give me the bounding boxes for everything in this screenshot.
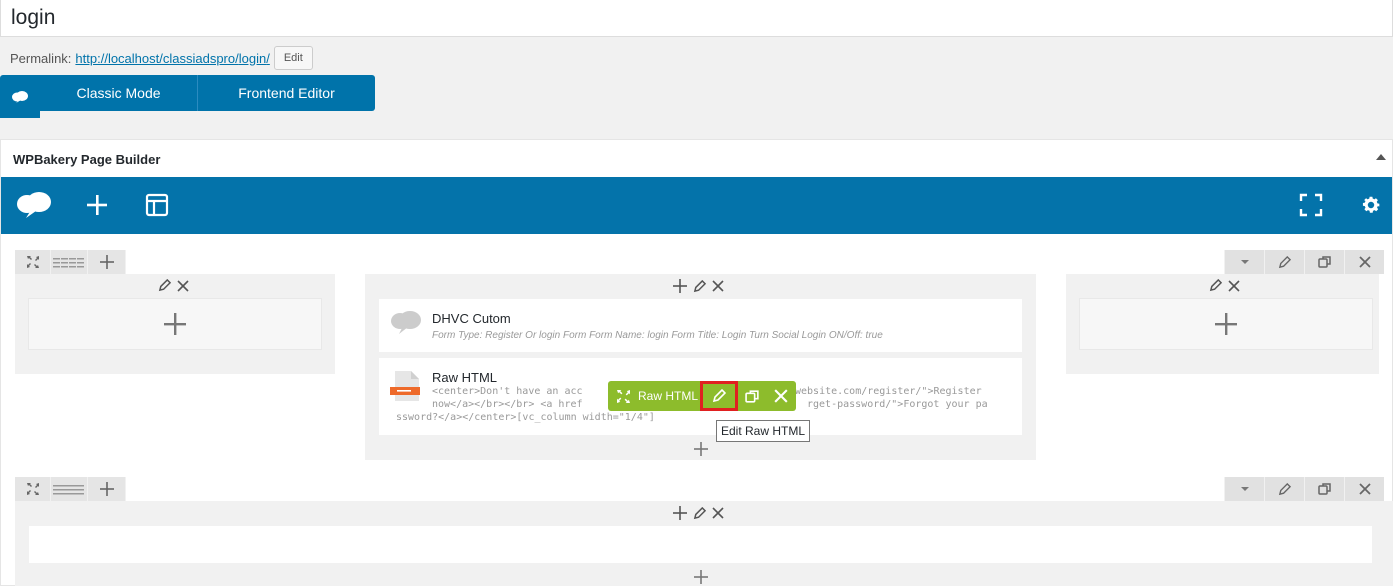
row2-empty-column-area[interactable] [29,526,1372,563]
row2-column-controls [673,506,724,520]
dhvc-title: DHVC Cutom [432,311,511,326]
plus-icon [164,313,186,335]
row-edit-pencil-icon[interactable] [1264,250,1304,274]
permalink-edit-button[interactable]: Edit [273,46,313,70]
delete-element-icon[interactable] [766,381,796,411]
fullscreen-icon[interactable] [1297,191,1325,219]
dhvc-description: Form Type: Register Or login Form Form N… [432,330,883,341]
plus-icon [1215,313,1237,335]
row-layout-icon[interactable] [51,250,88,274]
raw-html-title: Raw HTML [432,370,498,385]
column-left-add-element[interactable] [28,298,322,350]
column-add-icon[interactable] [673,279,687,293]
row-clone-icon[interactable] [1304,477,1344,501]
wpbakery-cloud-icon[interactable] [15,191,53,219]
row2-right-controls [1224,477,1384,501]
row-layout-icon[interactable] [51,477,88,501]
column-edit-pencil-icon[interactable] [158,279,171,292]
permalink-label: Permalink: [10,50,72,66]
column-middle-controls [673,279,724,293]
dhvc-element[interactable]: DHVC Cutom Form Type: Register Or login … [379,299,1022,352]
column-edit-pencil-icon[interactable] [693,279,706,293]
settings-gear-icon[interactable] [1357,191,1385,219]
frontend-editor-button[interactable]: Frontend Editor [198,75,375,111]
raw-html-code-l2a: now</a></br></br> <a href [432,399,583,410]
editor-mode-switch: Classic Mode Frontend Editor [0,75,375,118]
edit-pencil-icon [712,389,726,403]
row-toggle-icon[interactable] [1224,250,1264,274]
column-delete-icon[interactable] [712,507,724,519]
column-delete-icon[interactable] [1228,279,1240,292]
wpbakery-logo-icon [0,75,40,118]
column-edit-pencil-icon[interactable] [1209,279,1222,292]
column-delete-icon[interactable] [177,279,189,292]
row-move-icon[interactable] [15,250,51,274]
row1-controls [15,250,126,274]
column-middle-add-icon[interactable] [694,442,708,461]
panel-title: WPBakery Page Builder [13,151,161,167]
clone-element-icon[interactable] [738,381,766,411]
edit-raw-html-button[interactable] [700,381,738,411]
row-add-column-icon[interactable] [88,477,126,501]
element-move-icon[interactable] [608,381,638,411]
raw-html-file-icon [389,369,423,408]
row2-add-icon[interactable] [694,570,708,586]
raw-html-hover-controls: Raw HTML [608,381,796,411]
row-add-column-icon[interactable] [88,250,126,274]
raw-html-code-l1b: website.com/register/">Register [795,386,982,397]
row-delete-icon[interactable] [1344,250,1384,274]
row-clone-icon[interactable] [1304,250,1344,274]
row2-controls [15,477,126,501]
permalink-link[interactable]: http://localhost/classiadspro/login/ [75,51,269,66]
raw-html-code-l3: ssword?</a></center>[vc_column width="1/… [396,412,655,423]
dhvc-cloud-icon [389,309,423,340]
row-move-icon[interactable] [15,477,51,501]
raw-html-code-l1a: <center>Don't have an acc [432,386,583,397]
edit-raw-html-tooltip: Edit Raw HTML [716,420,810,442]
templates-icon[interactable] [143,191,171,219]
row1-right-controls [1224,250,1384,274]
column-add-icon[interactable] [673,506,687,520]
row-toggle-icon[interactable] [1224,477,1264,501]
classic-mode-button[interactable]: Classic Mode [40,75,198,111]
permalink-row: Permalink: http://localhost/classiadspro… [10,46,313,70]
wpbakery-toolbar [1,177,1392,234]
column-delete-icon[interactable] [712,280,724,292]
add-element-icon[interactable] [83,191,111,219]
column-right-add-element[interactable] [1079,298,1373,350]
post-title-input[interactable]: login [0,0,1393,37]
row-delete-icon[interactable] [1344,477,1384,501]
row-edit-pencil-icon[interactable] [1264,477,1304,501]
column-left-controls [158,279,189,292]
column-edit-pencil-icon[interactable] [693,506,706,520]
raw-html-code-l2b: rget-password/">Forgot your pa [807,399,988,410]
panel-collapse-toggle-icon[interactable] [1376,154,1386,160]
element-hover-label: Raw HTML [638,381,700,411]
column-right-controls [1209,279,1240,292]
